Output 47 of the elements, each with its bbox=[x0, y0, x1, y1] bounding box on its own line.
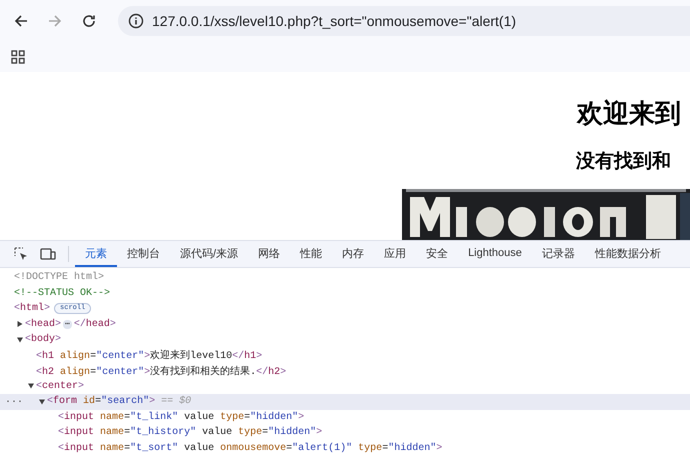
dom-node-row[interactable]: <head> ⋯ </head> bbox=[0, 316, 690, 332]
element-markup: <form id="search"> bbox=[47, 396, 156, 408]
element-markup: <input name="t_history" value type="hidden"> bbox=[58, 427, 322, 438]
dom-node-row[interactable]: <h1 align="center">欢迎来到level10</h1> bbox=[0, 348, 690, 363]
console-reference: == $0 bbox=[161, 396, 192, 408]
dom-node-row[interactable]: <input name="t_link" value type="hidden"> bbox=[0, 410, 690, 425]
devtools-tab[interactable]: 源代码/来源 bbox=[170, 241, 248, 267]
element-markup: <body> bbox=[25, 334, 62, 346]
dom-node-row[interactable]: <h2 align="center">没有找到和相关的结果.</h2> bbox=[0, 363, 690, 378]
devtools-tab[interactable]: 记录器 bbox=[532, 241, 585, 267]
devtools-tab[interactable]: 网络 bbox=[248, 241, 290, 267]
element-markup: <h2 align="center">没有找到和相关的结果.</h2> bbox=[36, 364, 286, 378]
expanded-arrow-icon[interactable] bbox=[17, 336, 23, 343]
page-heading: 欢迎来到 bbox=[576, 97, 682, 130]
collapsed-content-badge[interactable]: ⋯ bbox=[63, 320, 72, 329]
closing-tag: </head> bbox=[74, 318, 116, 330]
devtools-tab[interactable]: 控制台 bbox=[117, 241, 170, 267]
expanded-arrow-icon[interactable] bbox=[28, 383, 34, 390]
element-markup: <input name="t_link" value type="hidden"> bbox=[58, 412, 304, 423]
doctype-line: <!DOCTYPE html> bbox=[14, 272, 104, 284]
element-markup: <input name="t_sort" value onmousemove="alert(1)" type="hidden"> bbox=[58, 442, 442, 454]
element-markup: <h1 align="center">欢迎来到level10</h1> bbox=[36, 348, 262, 362]
devtools-tab[interactable]: 性能 bbox=[290, 241, 332, 267]
devtools-tab[interactable]: Lighthouse bbox=[458, 241, 532, 267]
dom-node-row[interactable]: ... <form id="search"> == $0 bbox=[0, 394, 690, 410]
devtools-tab[interactable]: 元素 bbox=[75, 241, 117, 267]
devtools-tab[interactable]: 安全 bbox=[416, 241, 458, 267]
address-bar[interactable]: 127.0.0.1/xss/level10.php?t_sort="onmousemove="alert(1) bbox=[118, 6, 690, 36]
dom-node-row[interactable]: <input name="t_sort" value onmousemove="alert(1)" type="hidden"> bbox=[0, 440, 690, 456]
comment-line: <!--STATUS OK--> bbox=[14, 288, 110, 299]
dom-node-row[interactable]: <!DOCTYPE html> bbox=[0, 270, 690, 286]
collapsed-arrow-icon[interactable] bbox=[17, 321, 23, 328]
devtools-tab[interactable]: 性能数据分析 bbox=[584, 241, 671, 267]
more-options[interactable]: ... bbox=[5, 394, 24, 408]
element-markup: <center> bbox=[36, 380, 84, 392]
dom-node-row[interactable]: <!--STATUS OK--> bbox=[0, 286, 690, 301]
devtools-tab[interactable]: 内存 bbox=[332, 241, 374, 267]
info-icon[interactable] bbox=[128, 13, 144, 29]
dom-node-row[interactable]: <body> bbox=[0, 332, 690, 348]
dom-node-row[interactable]: <input name="t_history" value type="hidden"> bbox=[0, 425, 690, 440]
expanded-arrow-icon[interactable] bbox=[39, 398, 45, 405]
dom-node-row[interactable]: <center> bbox=[0, 378, 690, 394]
element-markup: <head> bbox=[25, 318, 62, 330]
page-subheading: 没有找到和 bbox=[574, 150, 672, 174]
element-markup: <html> bbox=[14, 303, 50, 314]
devtools-tab[interactable]: 应用 bbox=[374, 241, 416, 267]
apps-grid-icon[interactable] bbox=[11, 50, 25, 64]
